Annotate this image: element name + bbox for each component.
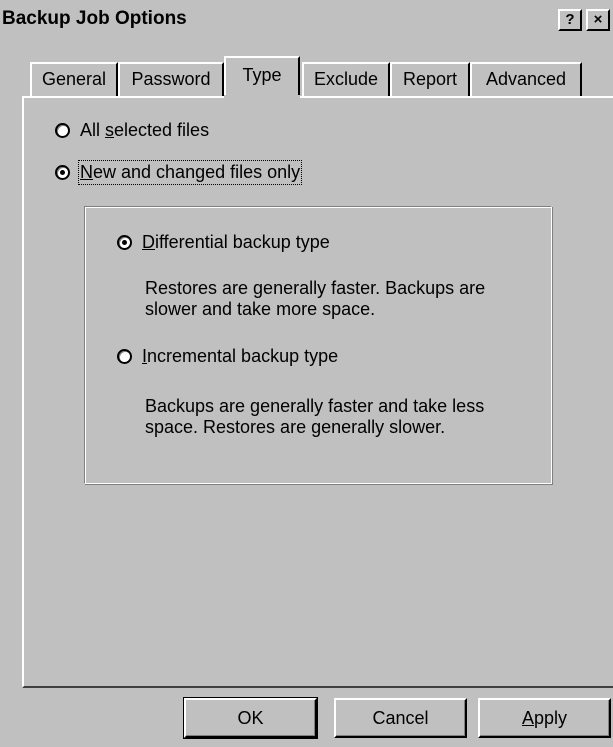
apply-button-label: Apply xyxy=(521,708,568,728)
tab-advanced[interactable]: Advanced xyxy=(470,62,582,96)
tab-exclude[interactable]: Exclude xyxy=(302,62,390,96)
close-button[interactable]: × xyxy=(586,9,610,31)
tab-password-label: Password xyxy=(131,69,211,89)
differential-backup-label: Differential backup type xyxy=(142,232,330,252)
new-and-changed-files-label: New and changed files only xyxy=(77,160,303,185)
differential-description: Restores are generally faster. Backups a… xyxy=(145,278,545,320)
all-selected-files-radio[interactable] xyxy=(55,123,70,138)
ok-button[interactable]: OK xyxy=(183,697,318,739)
incremental-description-line-1: Backups are generally faster and take le… xyxy=(145,396,485,416)
tab-exclude-label: Exclude xyxy=(313,69,379,89)
help-icon: ? xyxy=(565,11,575,28)
tab-advanced-label: Advanced xyxy=(485,69,567,89)
incremental-backup-radio[interactable] xyxy=(117,349,132,364)
tab-password[interactable]: Password xyxy=(118,62,224,96)
close-icon: × xyxy=(593,11,603,28)
help-button[interactable]: ? xyxy=(558,9,582,31)
differential-description-line-2: slower and take more space. xyxy=(145,299,376,319)
incremental-description-line-2: space. Restores are generally slower. xyxy=(145,417,446,437)
cancel-button-label: Cancel xyxy=(372,708,429,728)
incremental-backup-label: Incremental backup type xyxy=(142,346,339,366)
differential-backup-radio[interactable] xyxy=(117,235,132,250)
backup-job-options-dialog: Backup Job Options ? × General Password … xyxy=(0,0,613,747)
apply-button[interactable]: Apply xyxy=(478,698,611,738)
ok-button-label: OK xyxy=(237,708,264,728)
tab-type-label: Type xyxy=(242,65,282,85)
new-and-changed-files-option[interactable]: New and changed files only xyxy=(55,160,303,185)
differential-description-line-1: Restores are generally faster. Backups a… xyxy=(145,278,486,298)
tab-type[interactable]: Type xyxy=(224,56,300,98)
tab-general-label: General xyxy=(41,69,107,89)
tab-report-label: Report xyxy=(402,69,458,89)
window-title: Backup Job Options xyxy=(2,8,187,29)
new-and-changed-files-radio[interactable] xyxy=(55,165,70,180)
all-selected-files-label: All selected files xyxy=(80,120,210,140)
title-bar[interactable]: Backup Job Options ? × xyxy=(0,0,613,38)
cancel-button[interactable]: Cancel xyxy=(334,698,467,738)
all-selected-files-option[interactable]: All selected files xyxy=(55,120,209,141)
incremental-backup-option[interactable]: Incremental backup type xyxy=(117,346,338,367)
tab-report[interactable]: Report xyxy=(390,62,470,96)
active-tab-join xyxy=(224,95,300,99)
incremental-description: Backups are generally faster and take le… xyxy=(145,396,545,438)
tab-general[interactable]: General xyxy=(30,62,118,96)
differential-backup-option[interactable]: Differential backup type xyxy=(117,232,330,253)
